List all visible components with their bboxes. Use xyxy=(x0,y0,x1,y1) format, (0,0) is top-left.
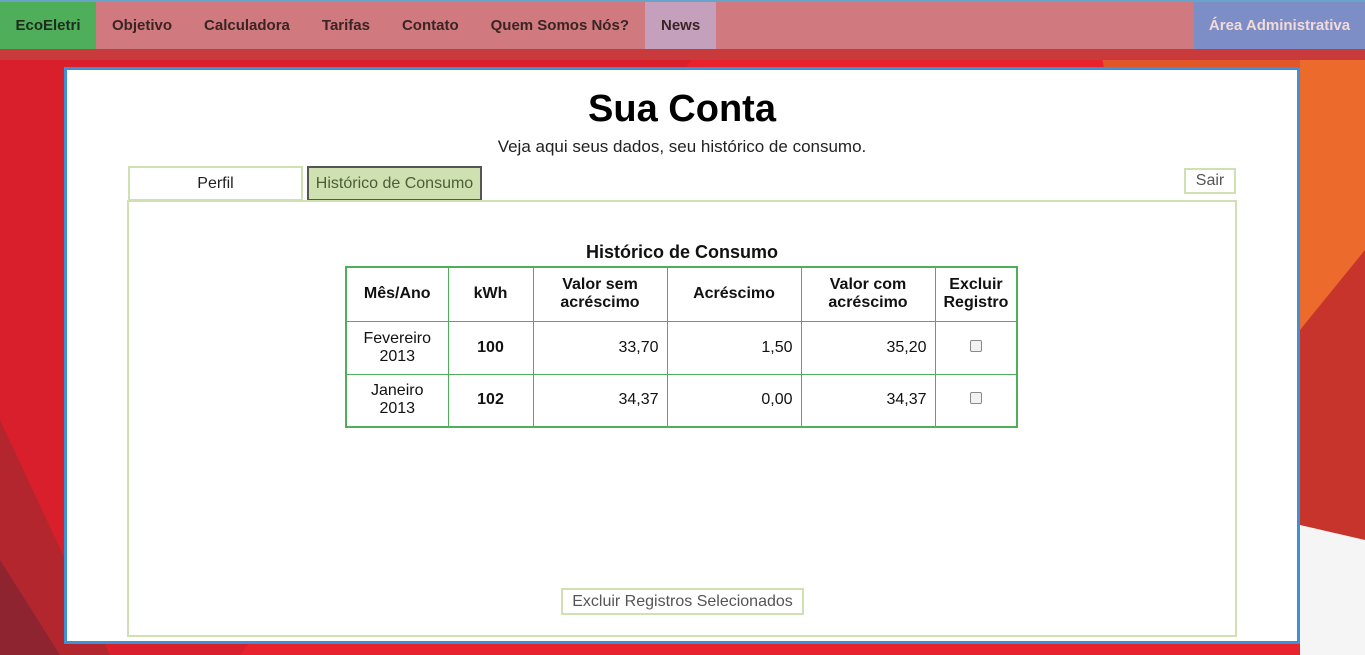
cell-delete xyxy=(934,373,1018,428)
cell-value-no-addition: 34,37 xyxy=(532,373,668,428)
header-kwh: kWh xyxy=(447,266,534,322)
tab-history[interactable]: Histórico de Consumo xyxy=(307,166,482,201)
history-table-title: Histórico de Consumo xyxy=(585,242,778,262)
history-panel: Histórico de Consumo Mês/Ano kWh Valor s… xyxy=(127,200,1237,637)
header-addition: Acréscimo xyxy=(666,266,802,322)
header-value-no-addition: Valor sem acréscimo xyxy=(532,266,668,322)
delete-checkbox[interactable] xyxy=(969,392,982,405)
cell-value-with-addition: 35,20 xyxy=(800,320,936,375)
tab-profile[interactable]: Perfil xyxy=(128,166,303,201)
nav-item-contato[interactable]: Contato xyxy=(386,2,475,49)
cell-kwh: 100 xyxy=(447,320,534,375)
history-table: Mês/Ano kWh Valor sem acréscimo Acréscimo… xyxy=(345,266,1019,428)
nav-item-quem-somos[interactable]: Quem Somos Nós? xyxy=(475,2,645,49)
nav-admin-link[interactable]: Área Administrativa xyxy=(1194,2,1365,49)
cell-value-with-addition: 34,37 xyxy=(800,373,936,428)
delete-selected-button[interactable]: Excluir Registros Selecionados xyxy=(561,588,804,615)
main-navbar: EcoEletri Objetivo Calculadora Tarifas C… xyxy=(0,0,1365,49)
nav-item-objetivo[interactable]: Objetivo xyxy=(96,2,188,49)
page-title: Sua Conta xyxy=(588,88,776,130)
table-header-row: Mês/Ano kWh Valor sem acréscimo Acréscimo… xyxy=(345,266,1018,322)
page-subtitle: Veja aqui seus dados, seu histórico de c… xyxy=(497,137,867,156)
cell-month: Fevereiro 2013 xyxy=(345,320,449,375)
table-row: Janeiro 2013 102 34,37 0,00 34,37 xyxy=(345,373,1018,428)
cell-delete xyxy=(934,320,1018,375)
header-delete: Excluir Registro xyxy=(934,266,1018,322)
table-row: Fevereiro 2013 100 33,70 1,50 35,20 xyxy=(345,320,1018,375)
cell-value-no-addition: 33,70 xyxy=(532,320,668,375)
nav-brand-link[interactable]: EcoEletri xyxy=(0,2,96,49)
nav-item-news[interactable]: News xyxy=(644,2,717,49)
account-card: Sua Conta Veja aqui seus dados, seu hist… xyxy=(64,67,1300,644)
nav-item-calculadora[interactable]: Calculadora xyxy=(188,2,306,49)
cell-kwh: 102 xyxy=(447,373,534,428)
logout-button[interactable]: Sair xyxy=(1184,168,1236,194)
cell-addition: 0,00 xyxy=(666,373,802,428)
nav-item-tarifas[interactable]: Tarifas xyxy=(306,2,386,49)
cell-addition: 1,50 xyxy=(666,320,802,375)
header-value-with-addition: Valor com acréscimo xyxy=(800,266,936,322)
delete-checkbox[interactable] xyxy=(969,339,982,352)
header-month: Mês/Ano xyxy=(345,266,449,322)
cell-month: Janeiro 2013 xyxy=(345,373,449,428)
